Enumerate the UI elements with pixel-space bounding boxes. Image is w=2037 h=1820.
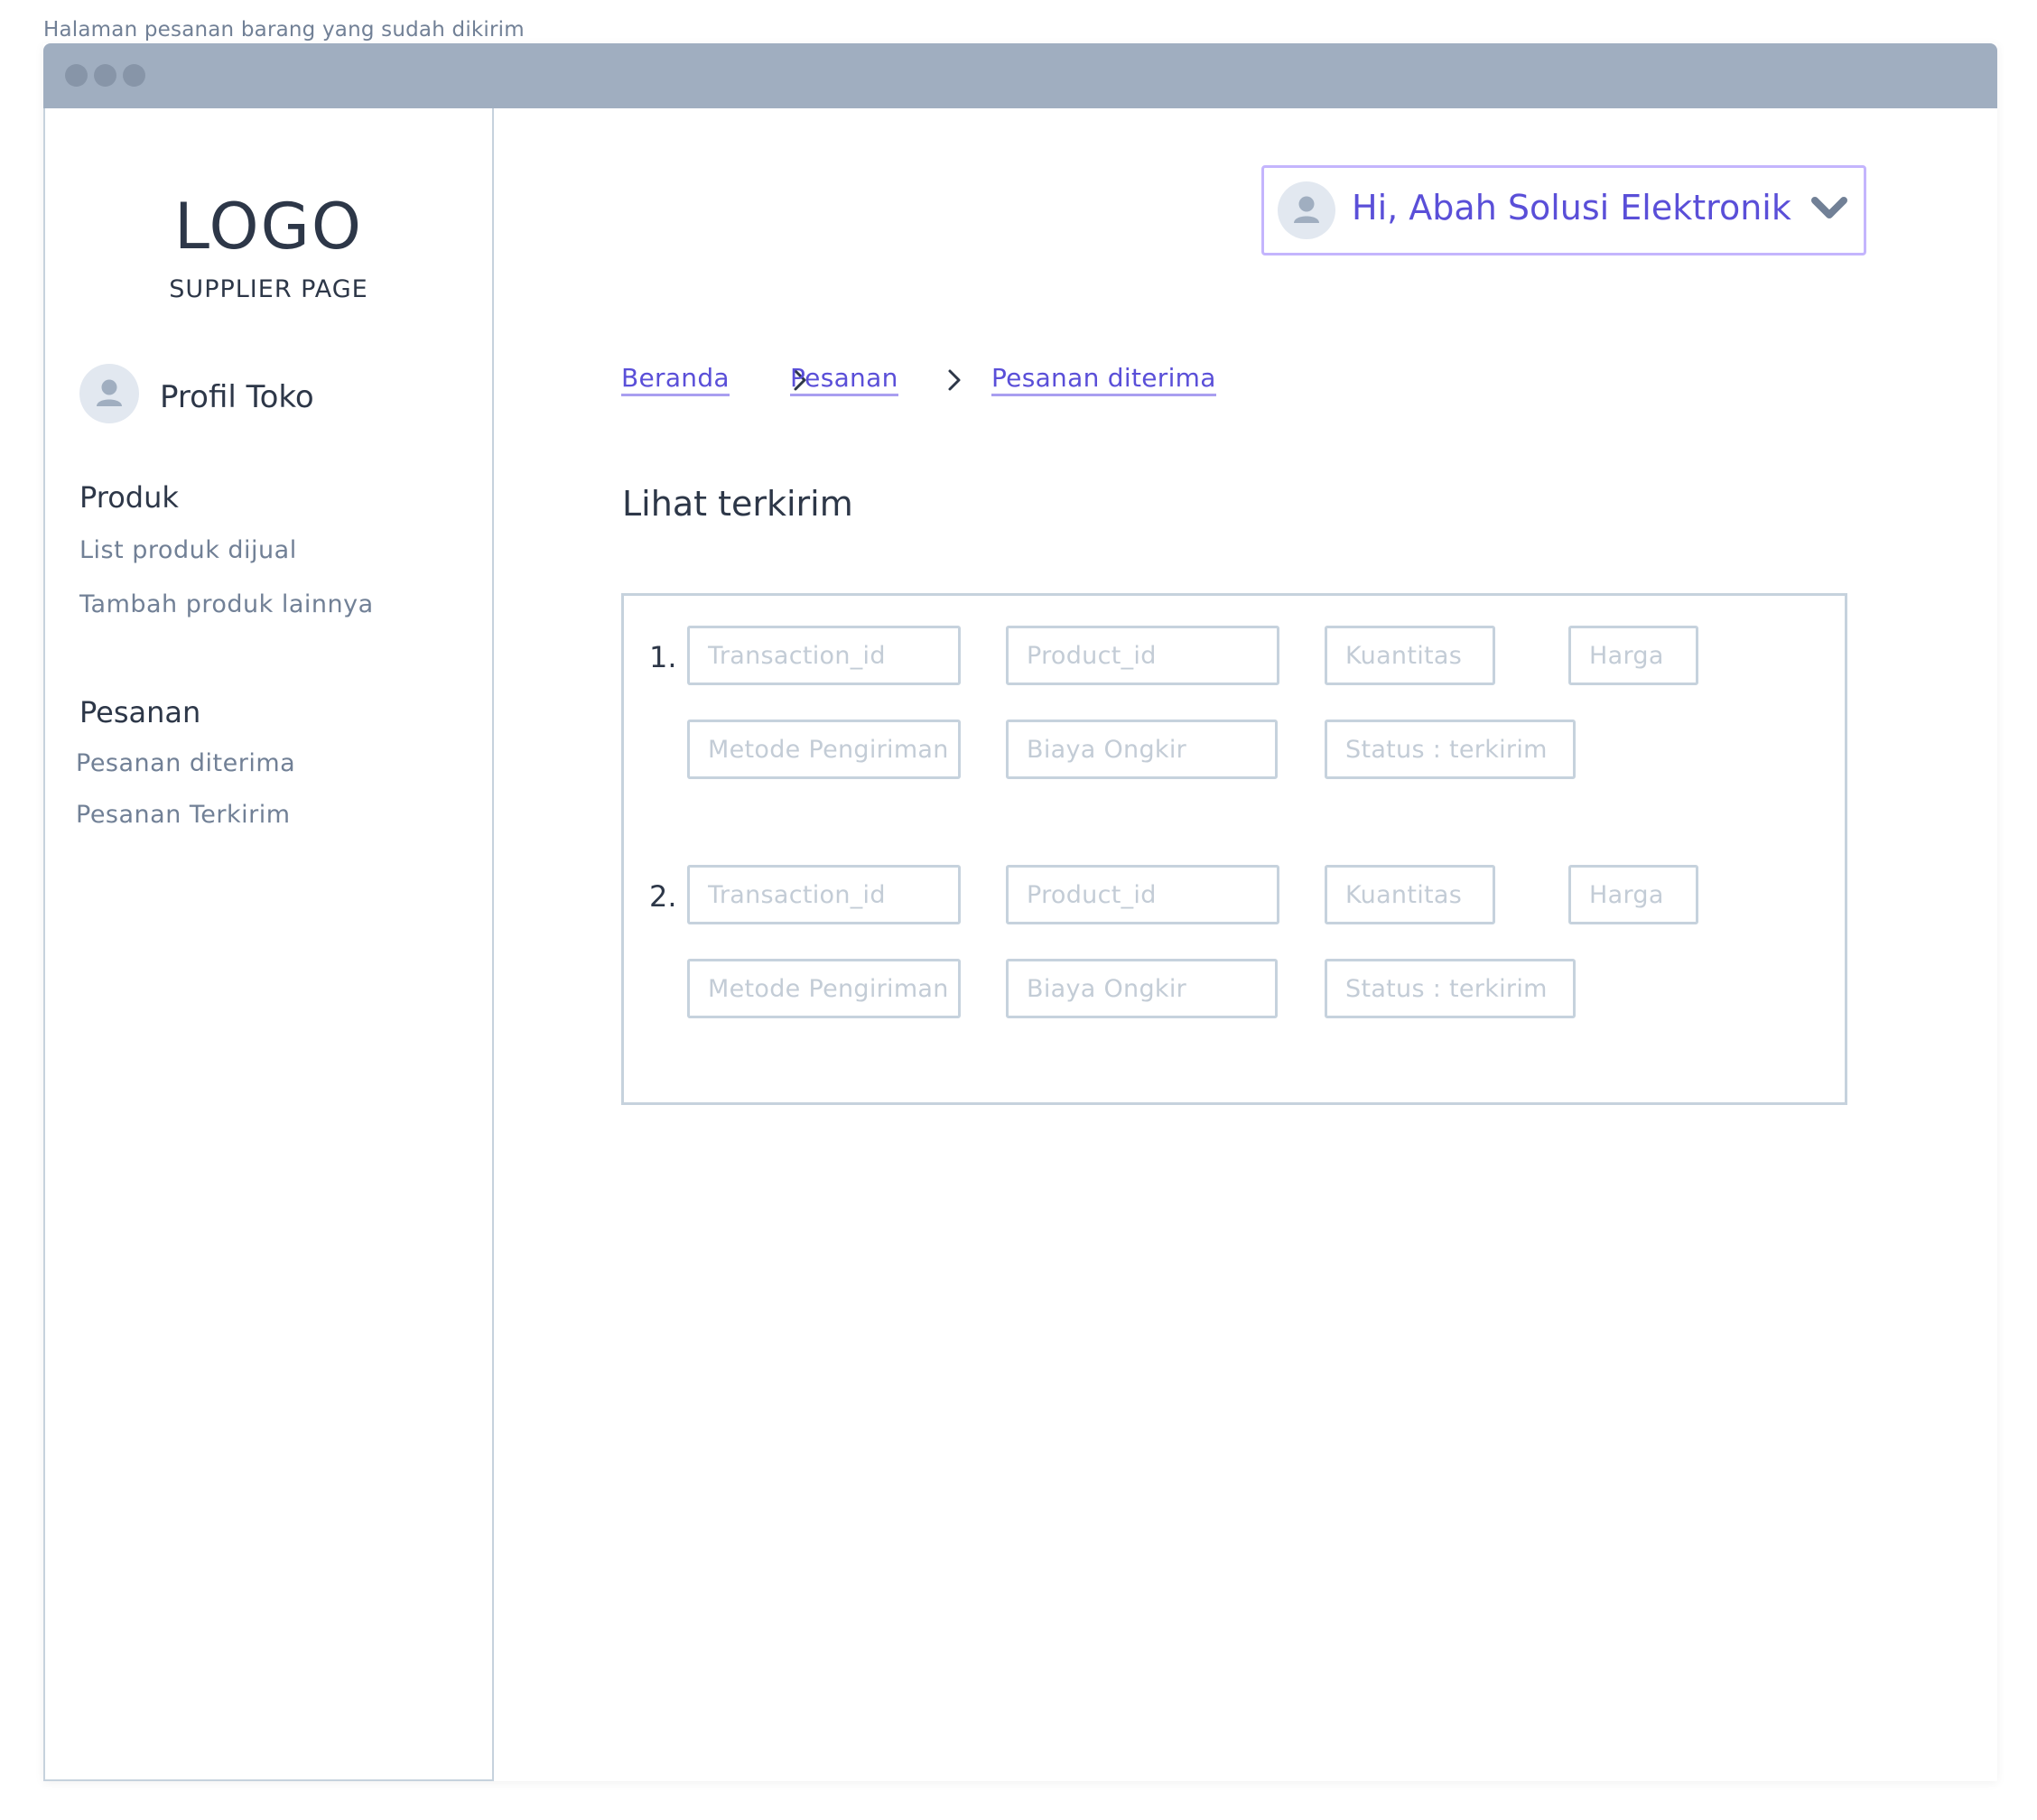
- logo: LOGO: [174, 190, 363, 264]
- shipping-method-input[interactable]: [690, 961, 958, 1016]
- user-avatar-icon: [1278, 181, 1335, 239]
- price-input[interactable]: [1571, 628, 1696, 682]
- window-maximize-dot[interactable]: [123, 64, 145, 87]
- sidebar-item-pesanan-terkirim[interactable]: Pesanan Terkirim: [76, 801, 291, 829]
- supplier-page-label: SUPPLIER PAGE: [169, 275, 368, 303]
- shipping-cost-field[interactable]: [1006, 959, 1278, 1018]
- order-number: 1.: [649, 640, 677, 674]
- order-list: 1. 2.: [621, 593, 1847, 1105]
- sidebar: LOGO SUPPLIER PAGE Profil Toko Produk Li…: [43, 108, 494, 1781]
- product-id-input[interactable]: [1009, 868, 1277, 922]
- window-titlebar: [43, 43, 1997, 108]
- shipping-method-field[interactable]: [687, 959, 961, 1018]
- transaction-id-field[interactable]: [687, 865, 961, 924]
- status-input[interactable]: [1327, 722, 1573, 776]
- product-id-field[interactable]: [1006, 865, 1279, 924]
- breadcrumb-beranda[interactable]: Beranda: [621, 363, 730, 396]
- shipping-cost-field[interactable]: [1006, 720, 1278, 779]
- sidebar-item-tambah-produk[interactable]: Tambah produk lainnya: [79, 590, 374, 618]
- transaction-id-input[interactable]: [690, 868, 958, 922]
- window-close-dot[interactable]: [65, 64, 88, 87]
- quantity-input[interactable]: [1327, 628, 1493, 682]
- shipping-cost-input[interactable]: [1009, 961, 1275, 1016]
- quantity-field[interactable]: [1325, 626, 1495, 685]
- sidebar-item-profil-toko[interactable]: Profil Toko: [160, 379, 314, 415]
- sidebar-section-produk: Produk: [79, 480, 179, 515]
- user-menu-dropdown[interactable]: Hi, Abah Solusi Elektronik: [1261, 165, 1866, 255]
- product-id-input[interactable]: [1009, 628, 1277, 682]
- product-id-field[interactable]: [1006, 626, 1279, 685]
- page-title: Lihat terkirim: [622, 484, 853, 524]
- browser-window: LOGO SUPPLIER PAGE Profil Toko Produk Li…: [43, 43, 1997, 1781]
- user-greeting: Hi, Abah Solusi Elektronik: [1352, 188, 1791, 228]
- sidebar-section-pesanan: Pesanan: [79, 695, 201, 729]
- chevron-right-icon: [948, 369, 961, 391]
- page-caption: Halaman pesanan barang yang sudah dikiri…: [43, 18, 525, 42]
- shipping-method-field[interactable]: [687, 720, 961, 779]
- profile-avatar-icon[interactable]: [79, 364, 139, 423]
- breadcrumb-pesanan-label: Pesanan: [790, 363, 898, 393]
- transaction-id-input[interactable]: [690, 628, 958, 682]
- sidebar-item-pesanan-diterima[interactable]: Pesanan diterima: [76, 749, 295, 777]
- order-number: 2.: [649, 879, 677, 914]
- shipping-cost-input[interactable]: [1009, 722, 1275, 776]
- quantity-field[interactable]: [1325, 865, 1495, 924]
- price-input[interactable]: [1571, 868, 1696, 922]
- main-content: Hi, Abah Solusi Elektronik Beranda Pesan…: [492, 108, 1997, 1779]
- chevron-down-icon: [1811, 197, 1847, 218]
- quantity-input[interactable]: [1327, 868, 1493, 922]
- price-field[interactable]: [1568, 626, 1698, 685]
- status-input[interactable]: [1327, 961, 1573, 1016]
- status-field[interactable]: [1325, 959, 1576, 1018]
- shipping-method-input[interactable]: [690, 722, 958, 776]
- price-field[interactable]: [1568, 865, 1698, 924]
- transaction-id-field[interactable]: [687, 626, 961, 685]
- breadcrumb-pesanan-diterima[interactable]: Pesanan diterima: [991, 363, 1216, 396]
- sidebar-item-list-produk[interactable]: List produk dijual: [79, 536, 297, 564]
- breadcrumb-pesanan[interactable]: Pesanan: [790, 363, 898, 396]
- status-field[interactable]: [1325, 720, 1576, 779]
- window-minimize-dot[interactable]: [94, 64, 116, 87]
